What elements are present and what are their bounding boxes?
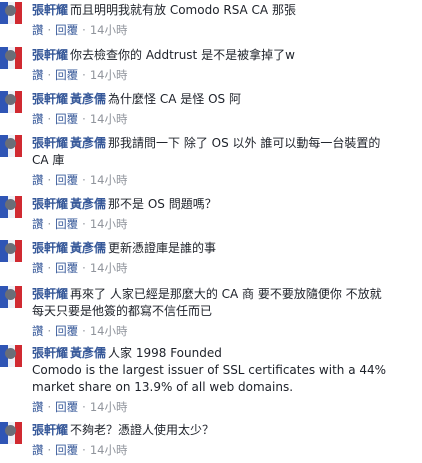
comment-actions: 讚 · 回覆 · 14小時: [32, 260, 416, 276]
reply-link[interactable]: 回覆: [55, 112, 78, 126]
avatar[interactable]: [0, 196, 22, 218]
comment-text: 而且明明我就有放 Comodo RSA CA 那張: [70, 3, 296, 17]
like-link[interactable]: 讚: [32, 173, 44, 187]
comment-author[interactable]: 張軒耀: [32, 423, 68, 437]
like-link[interactable]: 讚: [32, 400, 44, 414]
comment-actions: 讚 · 回覆 · 14小時: [32, 323, 416, 339]
reply-link[interactable]: 回覆: [55, 23, 78, 37]
like-link[interactable]: 讚: [32, 324, 44, 338]
comment-author[interactable]: 張軒耀: [32, 287, 68, 301]
comment-timestamp[interactable]: 14小時: [90, 112, 128, 126]
comment-actions: 讚 · 回覆 · 14小時: [32, 216, 416, 232]
comment-author[interactable]: 張軒耀: [32, 92, 68, 106]
reply-link[interactable]: 回覆: [55, 443, 78, 457]
comment-text: 你去檢查你的 Addtrust 是不是被拿掉了w: [70, 48, 295, 62]
like-link[interactable]: 讚: [32, 112, 44, 126]
comment-text: 不夠老？憑證人使用太少？: [70, 423, 215, 437]
avatar[interactable]: [0, 240, 22, 262]
comment-timestamp[interactable]: 14小時: [90, 173, 128, 187]
comment-author[interactable]: 張軒耀: [32, 48, 68, 62]
reply-link[interactable]: 回覆: [55, 173, 78, 187]
separator-dot: ·: [82, 324, 86, 338]
mention-tag[interactable]: 黃彥儒: [70, 346, 106, 360]
separator-dot: ·: [82, 443, 86, 457]
comment-timestamp[interactable]: 14小時: [90, 68, 128, 82]
separator-dot: ·: [82, 173, 86, 187]
reply-link[interactable]: 回覆: [55, 324, 78, 338]
comment-actions: 讚 · 回覆 · 14小時: [32, 67, 416, 83]
comment-text: 那不是 OS 問題嗎？: [108, 197, 217, 211]
separator-dot: ·: [47, 443, 52, 457]
mention-tag[interactable]: 黃彥儒: [70, 136, 106, 150]
comment-actions: 讚 · 回覆 · 14小時: [32, 399, 416, 415]
comment-text: 那我請問一下 除了 OS 以外 誰可以動每一台裝置的: [108, 136, 381, 150]
separator-dot: ·: [47, 112, 52, 126]
mention-tag[interactable]: 黃彥儒: [70, 92, 106, 106]
reply-link[interactable]: 回覆: [55, 68, 78, 82]
separator-dot: ·: [82, 261, 86, 275]
comment-author[interactable]: 張軒耀: [32, 346, 68, 360]
comment-timestamp[interactable]: 14小時: [90, 217, 128, 231]
comment-text: 每天只要是他簽的都寫不信任而已: [32, 304, 213, 318]
reply-link[interactable]: 回覆: [55, 400, 78, 414]
mention-tag[interactable]: 黃彥儒: [70, 197, 106, 211]
avatar[interactable]: [0, 345, 22, 367]
reply-link[interactable]: 回覆: [55, 217, 78, 231]
comment-timestamp[interactable]: 14小時: [90, 324, 128, 338]
comment-author[interactable]: 張軒耀: [32, 136, 68, 150]
separator-dot: ·: [47, 23, 52, 37]
comment-text: 人家 1998 Founded: [108, 346, 222, 360]
comment-text: 為什麼怪 CA 是怪 OS 阿: [108, 92, 241, 106]
separator-dot: ·: [47, 400, 52, 414]
comment-text: CA 庫: [32, 153, 65, 167]
separator-dot: ·: [82, 112, 86, 126]
avatar[interactable]: [0, 2, 22, 24]
separator-dot: ·: [47, 324, 52, 338]
separator-dot: ·: [47, 217, 52, 231]
separator-dot: ·: [47, 173, 52, 187]
separator-dot: ·: [82, 68, 86, 82]
comment-text: Comodo is the largest issuer of SSL cert…: [32, 363, 387, 377]
comment-timestamp[interactable]: 14小時: [90, 400, 128, 414]
like-link[interactable]: 讚: [32, 23, 44, 37]
separator-dot: ·: [47, 68, 52, 82]
comment-timestamp[interactable]: 14小時: [90, 261, 128, 275]
separator-dot: ·: [82, 217, 86, 231]
reply-link[interactable]: 回覆: [55, 261, 78, 275]
separator-dot: ·: [47, 261, 52, 275]
avatar[interactable]: [0, 91, 22, 113]
comment-author[interactable]: 張軒耀: [32, 241, 68, 255]
comment-text: 更新憑證庫是誰的事: [108, 241, 217, 255]
like-link[interactable]: 讚: [32, 68, 44, 82]
avatar[interactable]: [0, 47, 22, 69]
comment-text: 再來了 人家已經是那麼大的 CA 商 要不要放隨便你 不放就: [70, 287, 382, 301]
comment-timestamp[interactable]: 14小時: [90, 23, 128, 37]
like-link[interactable]: 讚: [32, 443, 44, 457]
avatar[interactable]: [0, 422, 22, 444]
avatar[interactable]: [0, 135, 22, 157]
comment-author[interactable]: 張軒耀: [32, 197, 68, 211]
comment-thread: 張軒耀 而且明明我就有放 Comodo RSA CA 那張 讚 · 回覆 · 14小時 張…: [0, 0, 422, 463]
comment-author[interactable]: 張軒耀: [32, 3, 68, 17]
separator-dot: ·: [82, 400, 86, 414]
mention-tag[interactable]: 黃彥儒: [70, 241, 106, 255]
comment-actions: 讚 · 回覆 · 14小時: [32, 172, 416, 188]
comment-actions: 讚 · 回覆 · 14小時: [32, 22, 416, 38]
avatar[interactable]: [0, 286, 22, 308]
like-link[interactable]: 讚: [32, 217, 44, 231]
comment-text: market share on 13.9% of all web domains…: [32, 380, 294, 394]
like-link[interactable]: 讚: [32, 261, 44, 275]
separator-dot: ·: [82, 23, 86, 37]
comment-actions: 讚 · 回覆 · 14小時: [32, 111, 416, 127]
comment-timestamp[interactable]: 14小時: [90, 443, 128, 457]
comment-actions: 讚 · 回覆 · 14小時: [32, 442, 416, 458]
